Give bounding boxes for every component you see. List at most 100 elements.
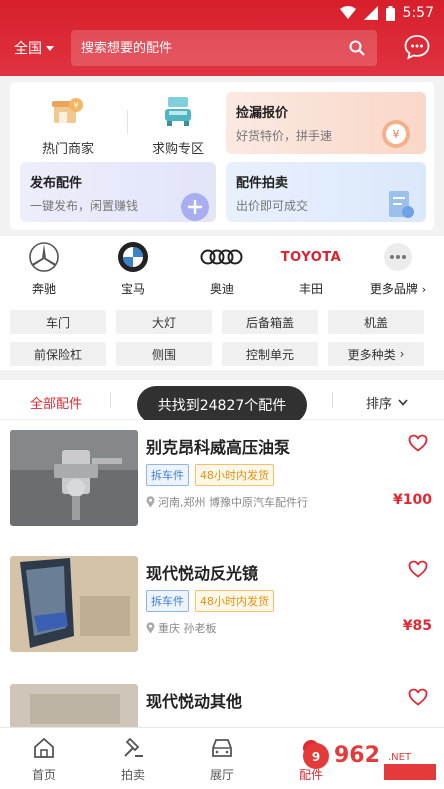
category-chip[interactable]: 侧围 (116, 342, 212, 366)
location-pin-icon (146, 496, 155, 508)
brand-label: 奔驰 (31, 282, 56, 296)
tile-price-quote[interactable]: 捡漏报价 好货特价，拼手速 ¥ (226, 92, 426, 154)
favorite-heart-icon[interactable] (408, 560, 428, 578)
nav-label: 展厅 (209, 768, 234, 782)
quick-entry-hot-merchants[interactable]: ¥ 热门商家 (18, 94, 118, 157)
auction-doc-icon (389, 191, 414, 218)
caret-down-icon (46, 45, 54, 51)
tag-dismantled-part: 拆车件 (146, 464, 189, 486)
car-wash-icon (165, 97, 191, 126)
nav-label: 首页 (31, 768, 56, 782)
result-count-toast: 共找到24827个配件 (137, 386, 307, 424)
tile-title: 发布配件 (30, 176, 83, 191)
nav-label: 拍卖 (120, 768, 145, 782)
auction-hammer-icon (124, 737, 143, 757)
quick-entry-purchase-zone[interactable]: 求购专区 (128, 94, 228, 157)
region-selector[interactable]: 全国 (14, 38, 54, 58)
price-tag-icon: ¥ (382, 120, 410, 148)
divider (332, 392, 333, 408)
favorite-heart-icon[interactable] (408, 434, 428, 452)
nav-auction[interactable]: 拍卖 (93, 734, 173, 783)
more-categories-button[interactable]: 更多种类 › (328, 342, 424, 366)
brand-more[interactable]: 更多品牌 › (358, 240, 438, 297)
sort-label: 排序 (366, 397, 393, 412)
search-box[interactable] (71, 30, 377, 66)
category-chip[interactable]: 车门 (10, 310, 106, 334)
bmw-logo (118, 242, 148, 272)
category-label: 更多种类 (347, 347, 396, 362)
listing-title: 别克昂科威高压油泵 (146, 438, 291, 457)
svg-text:¥: ¥ (73, 101, 78, 110)
app-header: 5:57 全国 (0, 0, 444, 76)
svg-text:.NET: .NET (388, 752, 412, 763)
location-pin-icon (146, 622, 155, 634)
quick-entry-label: 热门商家 (41, 142, 94, 157)
tile-publish[interactable]: 发布配件 一键发布，闲置赚钱 (20, 162, 216, 222)
status-time: 5:57 (402, 5, 434, 21)
home-icon (34, 737, 54, 758)
search-input[interactable] (81, 40, 321, 56)
message-icon[interactable] (404, 34, 430, 60)
region-label: 全国 (14, 41, 42, 57)
car-icon (212, 739, 232, 757)
battery-icon (385, 5, 395, 21)
favorite-heart-icon[interactable] (408, 688, 428, 706)
add-circle-icon (181, 193, 209, 221)
audi-logo (200, 249, 243, 265)
tag-shipping: 48小时内发货 (195, 590, 274, 612)
listing-card[interactable]: 别克昂科威高压油泵 拆车件 48小时内发货 河南,郑州 博豫中原汽车配件行 ¥1… (0, 420, 444, 548)
nav-showroom[interactable]: 展厅 (182, 734, 262, 783)
sort-button[interactable]: 排序 (366, 393, 408, 412)
listing-location: 重庆 孙老板 (146, 620, 217, 636)
search-icon[interactable] (349, 40, 365, 56)
brand-toyota[interactable]: TOYOTA 丰田 (271, 240, 351, 297)
brand-bmw[interactable]: 宝马 (93, 240, 173, 297)
svg-text:¥: ¥ (393, 128, 400, 141)
brand-audi[interactable]: 奥迪 (182, 240, 262, 297)
listing-card[interactable]: 现代悦动反光镜 拆车件 48小时内发货 重庆 孙老板 ¥85 (0, 546, 444, 674)
svg-text:9: 9 (312, 750, 320, 764)
toyota-logo: TOYOTA (280, 249, 342, 265)
listing-card[interactable]: 现代悦动其他 (0, 674, 444, 780)
brand-benz[interactable]: 奔驰 (4, 240, 84, 297)
listing-title: 现代悦动其他 (146, 692, 243, 711)
brand-row: 奔驰 宝马 奥迪 TOYOTA 丰田 更多品牌 › (0, 236, 444, 302)
location-text: 河南,郑州 博豫中原汽车配件行 (158, 496, 308, 509)
brand-label: 更多品牌 (369, 282, 418, 296)
mercedes-logo (29, 242, 59, 272)
svg-text:962: 962 (334, 743, 380, 768)
listing-photo (10, 430, 138, 526)
bottom-nav: 首页 拍卖 展厅 配件 9 962 .NET (0, 727, 444, 789)
tile-auction[interactable]: 配件拍卖 出价即可成交 (226, 162, 426, 222)
listing-photo (10, 556, 138, 652)
category-chip[interactable]: 大灯 (116, 310, 212, 334)
chevron-right-icon: › (399, 347, 405, 361)
brand-label: 宝马 (120, 282, 145, 296)
nav-home[interactable]: 首页 (4, 734, 84, 783)
signal-icon (363, 6, 378, 20)
listing-price: ¥100 (393, 492, 432, 508)
category-chip[interactable]: 前保险杠 (10, 342, 106, 366)
tag-shipping: 48小时内发货 (195, 464, 274, 486)
status-bar: 5:57 (0, 0, 444, 28)
category-chip[interactable]: 控制单元 (222, 342, 318, 366)
more-icon (384, 243, 412, 271)
shop-icon: ¥ (52, 98, 83, 123)
divider (110, 392, 111, 408)
listing-price: ¥85 (402, 618, 432, 634)
brand-label: 丰田 (298, 282, 323, 296)
feature-card: ¥ 热门商家 求购专区 捡漏报价 好货特价，拼手速 ¥ 发布配件 一键发布，闲置… (10, 82, 434, 230)
filter-all-parts[interactable]: 全部配件 (30, 393, 82, 412)
tag-dismantled-part: 拆车件 (146, 590, 189, 612)
category-chip[interactable]: 机盖 (328, 310, 424, 334)
wifi-icon (339, 6, 356, 19)
location-text: 重庆 孙老板 (158, 622, 217, 635)
category-chip[interactable]: 后备箱盖 (222, 310, 318, 334)
watermark-logo: 9 962 .NET (303, 743, 436, 780)
quick-entry-label: 求购专区 (151, 142, 204, 157)
listing-title: 现代悦动反光镜 (146, 564, 259, 583)
category-grid: 车门 大灯 后备箱盖 机盖 前保险杠 侧围 控制单元 更多种类 › (0, 302, 444, 370)
chevron-down-icon (398, 399, 408, 406)
chevron-right-icon: › (421, 283, 427, 296)
brand-label: 奥迪 (209, 282, 234, 296)
